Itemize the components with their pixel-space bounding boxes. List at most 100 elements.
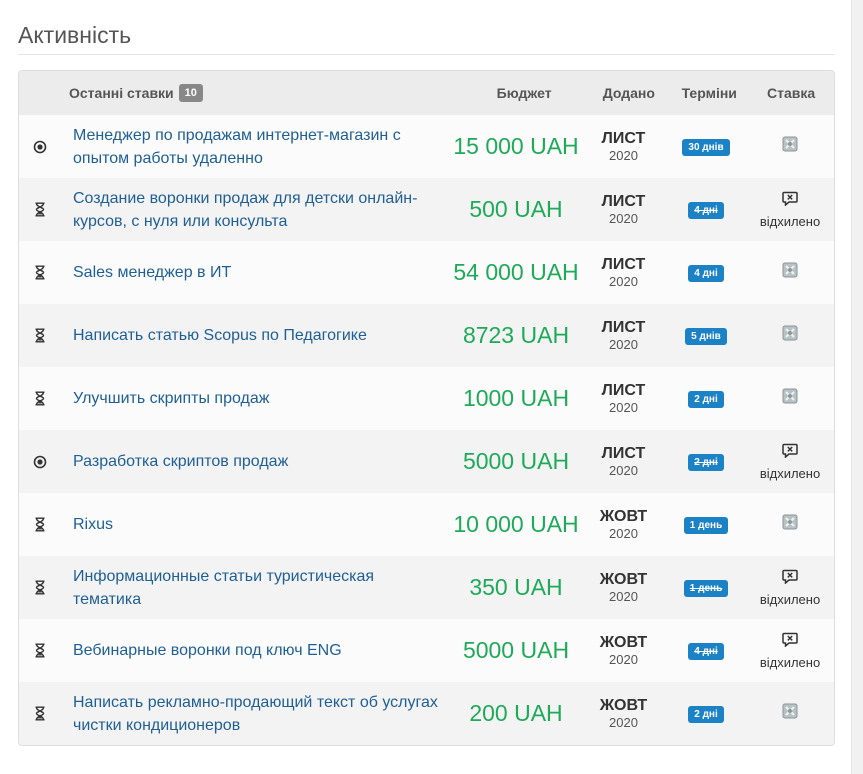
added-year: 2020 [609,714,638,730]
hourglass-icon [19,265,61,280]
term-cell: 4 дні [666,641,746,660]
recent-bids-table: Останні ставки 10 Бюджет Додано Терміни … [18,70,835,746]
table-row: Написать статью Scopus по Педагогике 8723… [19,304,834,367]
budget-value: 15 000 UAH [453,133,579,159]
table-row: Вебинарные воронки под ключ ENG 5000 UAH Ж… [19,619,834,682]
job-title-link[interactable]: Написать рекламно-продающий текст об усл… [73,691,439,737]
table-row: Создание воронки продаж для детски онлай… [19,178,834,241]
term-badge: 1 день [683,517,729,534]
term-cell: 2 дні [666,704,746,723]
budget-value: 350 UAH [469,574,563,600]
budget-value: 5000 UAH [462,448,570,474]
section-title: Активність [18,22,132,48]
added-year: 2020 [609,399,638,415]
header-recent-bids: Останні ставки 10 [19,84,449,102]
budget-value: 5000 UAH [462,637,570,663]
bid-cell [746,325,834,346]
budget-cell: 1000 UAH [451,385,581,412]
added-year: 2020 [609,273,638,289]
job-title-link[interactable]: Улучшить скрипты продаж [73,387,439,410]
header-budget: Бюджет [496,85,552,101]
budget-cell: 5000 UAH [451,448,581,475]
budget-cell: 54 000 UAH [451,259,581,286]
bid-status-label: відхилено [759,591,821,607]
table-row: Менеджер по продажам интернет-магазин с … [19,115,834,178]
bid-cell [746,136,834,157]
job-title-link[interactable]: Менеджер по продажам интернет-магазин с … [73,124,439,170]
added-date-cell: ЖОВТ 2020 [581,508,666,542]
term-cell: 5 днів [666,326,746,345]
term-badge: 30 днів [682,139,730,156]
added-month: ЛИСТ [601,318,646,336]
table-row: Sales менеджер в ИТ 54 000 UAH ЛИСТ 2020 4 д… [19,241,834,304]
added-year: 2020 [609,336,638,352]
bid-cell [746,388,834,409]
added-year: 2020 [609,210,638,226]
added-date-cell: ЛИСТ 2020 [581,445,666,479]
term-cell: 30 днів [666,137,746,156]
title-divider [18,54,835,55]
bid-placeholder-icon [782,514,798,535]
added-date-cell: ЛИСТ 2020 [581,130,666,164]
job-title-link[interactable]: Sales менеджер в ИТ [73,261,439,284]
job-title-link[interactable]: Разработка скриптов продаж [73,450,439,473]
table-header: Останні ставки 10 Бюджет Додано Терміни … [19,71,834,115]
term-cell: 2 дні [666,452,746,471]
table-row: Разработка скриптов продаж 5000 UAH ЛИСТ 20… [19,430,834,493]
page-scrollbar[interactable] [851,0,863,774]
added-year: 2020 [609,651,638,667]
hourglass-icon [19,391,61,406]
added-date-cell: ЛИСТ 2020 [581,193,666,227]
table-row: Улучшить скрипты продаж 1000 UAH ЛИСТ 2020 2… [19,367,834,430]
job-title-link[interactable]: Создание воронки продаж для детски онлай… [73,187,439,233]
table-body: Менеджер по продажам интернет-магазин с … [19,115,834,745]
added-month: ЛИСТ [601,444,646,462]
added-date-cell: ЛИСТ 2020 [581,256,666,290]
bids-count-badge: 10 [178,84,203,102]
budget-value: 500 UAH [469,196,563,222]
hourglass-icon [19,580,61,595]
table-row: Rixus 10 000 UAH ЖОВТ 2020 1 день [19,493,834,556]
added-month: ЖОВТ [599,633,648,651]
bid-cell: відхилено [746,569,834,607]
budget-value: 10 000 UAH [453,511,579,537]
bid-cell [746,262,834,283]
header-bid: Ставка [767,85,816,101]
budget-value: 8723 UAH [462,322,570,348]
job-title-link[interactable]: Информационные статьи туристическая тема… [73,565,439,611]
hourglass-icon [19,706,61,721]
added-date-cell: ЖОВТ 2020 [581,697,666,731]
hourglass-icon [19,328,61,343]
job-title-cell: Создание воронки продаж для детски онлай… [61,187,451,233]
job-title-link[interactable]: Rixus [73,513,439,536]
added-date-cell: ЖОВТ 2020 [581,571,666,605]
term-cell: 4 дні [666,263,746,282]
table-row: Информационные статьи туристическая тема… [19,556,834,619]
added-month: ЛИСТ [601,255,646,273]
bid-cell: відхилено [746,191,834,229]
active-circle-icon [19,455,61,469]
job-title-cell: Информационные статьи туристическая тема… [61,565,451,611]
rejected-message-icon [782,191,798,211]
budget-cell: 10 000 UAH [451,511,581,538]
job-title-cell: Разработка скриптов продаж [61,450,451,473]
term-badge: 2 дні [688,454,724,471]
bid-placeholder-icon [782,703,798,724]
budget-value: 1000 UAH [462,385,570,411]
budget-value: 200 UAH [469,700,563,726]
bid-cell: відхилено [746,632,834,670]
hourglass-icon [19,202,61,217]
job-title-link[interactable]: Написать статью Scopus по Педагогике [73,324,439,347]
hourglass-icon [19,643,61,658]
bid-placeholder-icon [782,325,798,346]
added-month: ЖОВТ [599,696,648,714]
table-row: Написать рекламно-продающий текст об усл… [19,682,834,745]
job-title-cell: Написать рекламно-продающий текст об усл… [61,691,451,737]
bid-placeholder-icon [782,262,798,283]
bid-status-label: відхилено [759,654,821,670]
job-title-link[interactable]: Вебинарные воронки под ключ ENG [73,639,439,662]
added-date-cell: ЖОВТ 2020 [581,634,666,668]
bid-status-label: відхилено [759,213,821,229]
bid-status-label: відхилено [759,465,821,481]
header-recent-bids-label: Останні ставки [69,85,174,101]
